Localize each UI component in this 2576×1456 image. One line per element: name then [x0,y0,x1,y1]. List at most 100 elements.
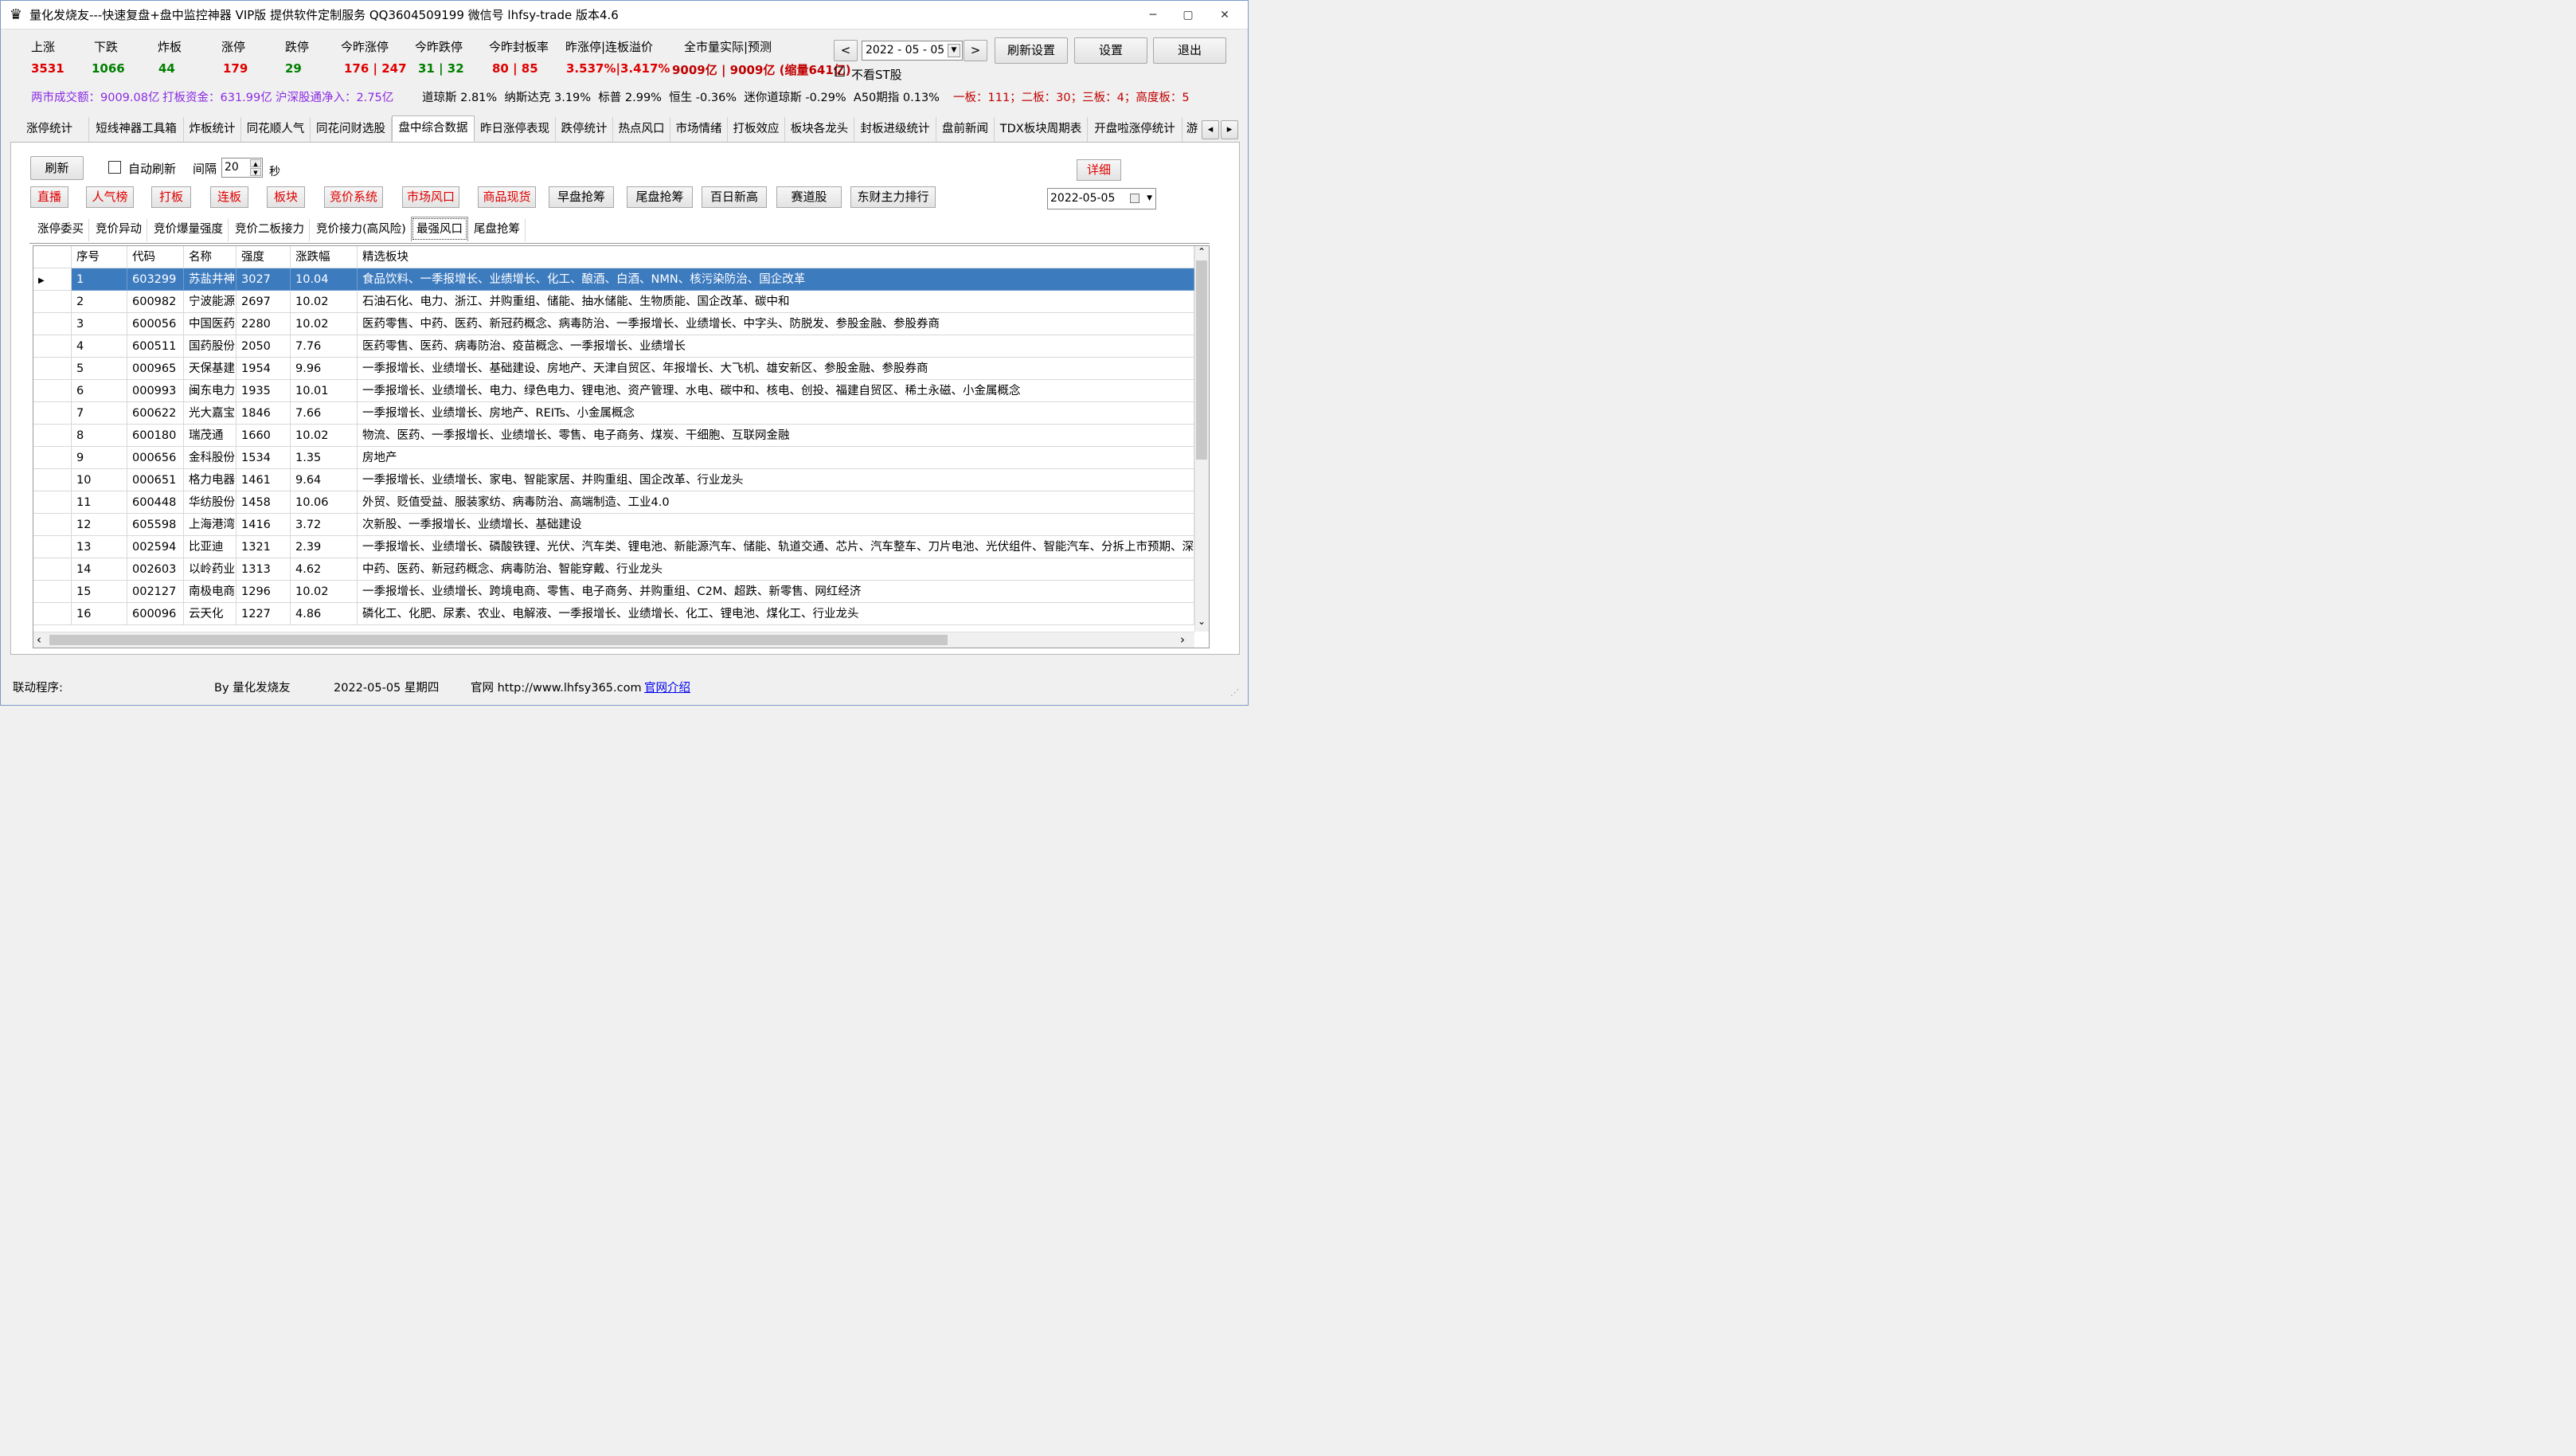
tab-ths-popularity[interactable]: 同花顺人气 [241,117,311,143]
scroll-up-icon[interactable]: ⌃ [1198,246,1206,257]
cell-index[interactable]: 5 [72,358,127,380]
table-row[interactable]: 3 600056 中国医药 2280 10.02 医药零售、中药、医药、新冠药概念、病毒防… [33,313,1194,335]
cell-name[interactable]: 金科股份 [184,447,236,469]
subtab-limit-up-bids[interactable]: 涨停委买 [33,219,89,241]
table-row[interactable]: 8 600180 瑞茂通 1660 10.02 物流、医药、一季报增长、业绩增长、零售、电… [33,425,1194,447]
cell-code[interactable]: 600056 [127,313,184,335]
cell-change[interactable]: 1.35 [291,447,358,469]
cell-name[interactable]: 天保基建 [184,358,236,380]
row-header[interactable] [33,425,72,447]
cell-strength[interactable]: 1416 [236,514,291,536]
vertical-scroll-thumb[interactable] [1196,260,1207,460]
tab-board-effect[interactable]: 打板效应 [728,117,785,143]
cell-sectors[interactable]: 一季报增长、业绩增长、家电、智能家居、并购重组、国企改革、行业龙头 [358,469,1194,491]
cell-name[interactable]: 南极电商 [184,581,236,603]
interval-stepper[interactable]: 20 ▲ ▼ [221,158,263,178]
hundred-day-high-button[interactable]: 百日新高 [702,186,767,208]
tab-scroll-right-icon[interactable]: ▸ [1221,120,1238,139]
table-row[interactable]: ▶ 1 603299 苏盐井神 3027 10.04 食品饮料、一季报增长、业绩增长、化工、… [33,268,1194,291]
cell-code[interactable]: 600180 [127,425,184,447]
row-header[interactable] [33,447,72,469]
cell-index[interactable]: 1 [72,268,127,291]
row-header[interactable] [33,402,72,425]
cell-name[interactable]: 华纺股份 [184,491,236,514]
cell-change[interactable]: 2.39 [291,536,358,558]
cell-strength[interactable]: 1313 [236,558,291,581]
refresh-button[interactable]: 刷新 [30,156,84,180]
column-header-code[interactable]: 代码 [127,246,184,268]
panel-date-picker[interactable]: 2022-05-05 ▼ [1047,188,1156,209]
table-row[interactable]: 15 002127 南极电商 1296 10.02 一季报增长、业绩增长、跨境电商、零售、… [33,581,1194,603]
cell-index[interactable]: 7 [72,402,127,425]
cell-change[interactable]: 10.02 [291,425,358,447]
popularity-button[interactable]: 人气榜 [86,186,134,208]
cell-change[interactable]: 3.72 [291,514,358,536]
cell-change[interactable]: 10.06 [291,491,358,514]
row-header[interactable] [33,291,72,313]
tab-overflow[interactable]: 游 [1182,117,1202,143]
column-header-name[interactable]: 名称 [184,246,236,268]
cell-index[interactable]: 3 [72,313,127,335]
tab-iwencai[interactable]: 同花问财选股 [311,117,392,143]
tab-sector-leaders[interactable]: 板块各龙头 [785,117,854,143]
cell-index[interactable]: 14 [72,558,127,581]
row-header[interactable] [33,358,72,380]
refresh-settings-button[interactable]: 刷新设置 [995,37,1068,64]
table-row[interactable]: 12 605598 上海港湾 1416 3.72 次新股、一季报增长、业绩增长、基础建设 [33,514,1194,536]
cell-sectors[interactable]: 一季报增长、业绩增长、电力、绿色电力、锂电池、资产管理、水电、碳中和、核电、创投… [358,380,1194,402]
cell-name[interactable]: 上海港湾 [184,514,236,536]
subtab-auction-anomaly[interactable]: 竞价异动 [91,219,147,241]
cell-change[interactable]: 10.02 [291,313,358,335]
subtab-strongest-trend[interactable]: 最强风口 [411,217,468,241]
column-header-change[interactable]: 涨跌幅 [291,246,358,268]
cell-code[interactable]: 002594 [127,536,184,558]
cell-sectors[interactable]: 食品饮料、一季报增长、业绩增长、化工、酿酒、白酒、NMN、核污染防治、国企改革 [358,268,1194,291]
tab-tdx-cycle[interactable]: TDX板块周期表 [995,117,1088,143]
minimize-icon[interactable]: ─ [1139,6,1167,25]
subtab-second-board[interactable]: 竞价二板接力 [230,219,310,241]
tab-yesterday-performance[interactable]: 昨日涨停表现 [475,117,556,143]
tab-scroll-left-icon[interactable]: ◂ [1202,120,1219,139]
table-row[interactable]: 10 000651 格力电器 1461 9.64 一季报增长、业绩增长、家电、智能家居、并… [33,469,1194,491]
cell-strength[interactable]: 2697 [236,291,291,313]
table-row[interactable]: 5 000965 天保基建 1954 9.96 一季报增长、业绩增长、基础建设、房地产、天… [33,358,1194,380]
cell-sectors[interactable]: 医药零售、中药、医药、新冠药概念、病毒防治、一季报增长、业绩增长、中字头、防脱发… [358,313,1194,335]
cell-sectors[interactable]: 物流、医药、一季报增长、业绩增长、零售、电子商务、煤炭、干细胞、互联网金融 [358,425,1194,447]
tab-limit-up-stats[interactable]: 涨停统计 [10,117,89,143]
cell-code[interactable]: 000651 [127,469,184,491]
row-header[interactable] [33,491,72,514]
cell-change[interactable]: 4.86 [291,603,358,625]
cell-code[interactable]: 000993 [127,380,184,402]
resize-grip-icon[interactable]: ⋰ [1230,687,1243,700]
table-row[interactable]: 11 600448 华纺股份 1458 10.06 外贸、贬值受益、服装家纺、病毒防治、高… [33,491,1194,514]
cell-strength[interactable]: 1296 [236,581,291,603]
cell-strength[interactable]: 1954 [236,358,291,380]
cell-strength[interactable]: 1846 [236,402,291,425]
cell-code[interactable]: 600982 [127,291,184,313]
cell-index[interactable]: 9 [72,447,127,469]
detail-button[interactable]: 详细 [1077,159,1121,181]
tab-hot-topics[interactable]: 热点风口 [613,117,670,143]
chevron-down-icon[interactable]: ▼ [1147,189,1152,209]
date-picker[interactable]: 2022 - 05 - 05 ▼ [862,41,963,61]
table-row[interactable]: 6 000993 闽东电力 1935 10.01 一季报增长、业绩增长、电力、绿色电力、锂… [33,380,1194,402]
cell-name[interactable]: 国药股份 [184,335,236,358]
row-header[interactable] [33,558,72,581]
tab-kaipanla-stats[interactable]: 开盘啦涨停统计 [1088,117,1182,143]
cell-change[interactable]: 9.96 [291,358,358,380]
table-row[interactable]: 13 002594 比亚迪 1321 2.39 一季报增长、业绩增长、磷酸铁锂、光伏、汽车… [33,536,1194,558]
cell-change[interactable]: 10.04 [291,268,358,291]
tab-toolbox[interactable]: 短线神器工具箱 [89,117,184,143]
table-row[interactable]: 4 600511 国药股份 2050 7.76 医药零售、医药、病毒防治、疫苗概念、一季报… [33,335,1194,358]
maximize-icon[interactable]: ▢ [1175,6,1202,25]
cell-name[interactable]: 苏盐井神 [184,268,236,291]
cell-name[interactable]: 格力电器 [184,469,236,491]
cell-strength[interactable]: 1321 [236,536,291,558]
prev-date-button[interactable]: < [834,40,858,61]
cell-sectors[interactable]: 次新股、一季报增长、业绩增长、基础建设 [358,514,1194,536]
row-header[interactable]: ▶ [33,268,72,291]
cell-sectors[interactable]: 一季报增长、业绩增长、磷酸铁锂、光伏、汽车类、锂电池、新能源汽车、储能、轨道交通… [358,536,1194,558]
cell-change[interactable]: 4.62 [291,558,358,581]
cell-index[interactable]: 6 [72,380,127,402]
cell-code[interactable]: 600448 [127,491,184,514]
